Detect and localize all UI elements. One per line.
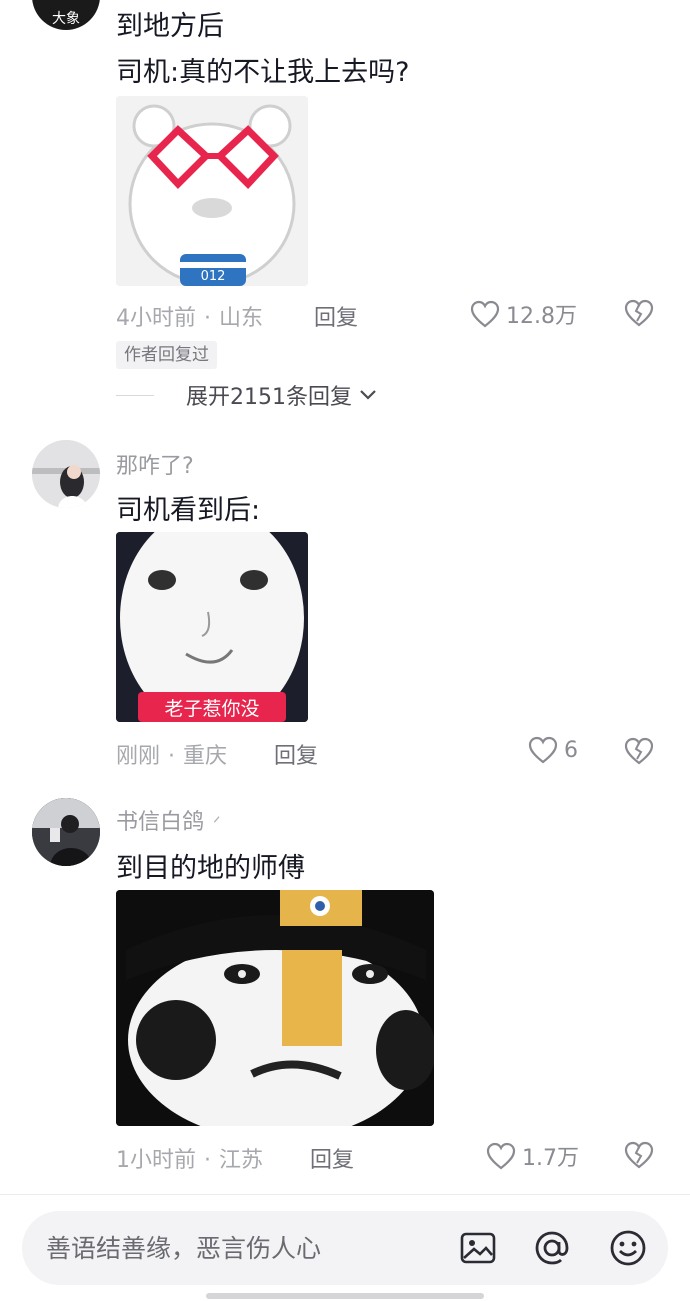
comment-input-bar	[0, 1194, 690, 1301]
comment-sticker-image[interactable]	[116, 890, 434, 1126]
like-count: 1.7万	[522, 1146, 579, 1171]
sticker-number: 012	[201, 269, 226, 284]
heart-outline-icon	[486, 1142, 516, 1170]
comment-time: 4小时前	[116, 306, 196, 331]
comment-meta: 刚刚 · 重庆	[116, 744, 228, 769]
image-icon[interactable]	[458, 1228, 498, 1268]
comment-meta: 4小时前 · 山东	[116, 306, 264, 331]
at-icon[interactable]	[532, 1228, 572, 1268]
avatar-illustration	[32, 798, 100, 866]
like-button[interactable]: 6	[528, 736, 578, 764]
broken-heart-icon[interactable]	[624, 736, 654, 766]
author-replied-tag: 作者回复过	[116, 341, 217, 369]
comment-time: 刚刚	[116, 744, 161, 769]
like-count: 12.8万	[506, 304, 577, 329]
comment-item: 大象 到地方后 司机:真的不让我上去吗? 012 4小时前 · 山东 回复 12.8…	[0, 0, 690, 420]
like-count: 6	[564, 737, 578, 763]
comment-meta: 1小时前 · 江苏	[116, 1148, 264, 1173]
comment-text-line: 司机看到后:	[116, 495, 261, 526]
avatar[interactable]	[32, 798, 100, 866]
like-button[interactable]: 1.7万	[486, 1140, 579, 1172]
expand-replies-button[interactable]: 展开2151条回复	[116, 379, 378, 411]
broken-heart-icon[interactable]	[624, 1140, 654, 1170]
comment-username[interactable]: 书信白鸽 ᐟ	[116, 804, 221, 836]
comment-item: 那咋了? 司机看到后: 老子惹你没 刚刚 · 重庆 回复 6	[0, 438, 690, 778]
comment-username-text: 书信白鸽	[116, 810, 205, 835]
divider	[116, 394, 154, 396]
avatar-illustration	[32, 440, 100, 508]
reply-button[interactable]: 回复	[314, 300, 358, 332]
reply-button[interactable]: 回复	[274, 738, 318, 770]
home-indicator[interactable]	[206, 1293, 484, 1299]
broken-heart-icon[interactable]	[624, 298, 654, 328]
comment-text-line: 到地方后	[116, 11, 224, 42]
heart-outline-icon	[528, 736, 558, 764]
like-button[interactable]: 12.8万	[470, 298, 577, 330]
comment-input[interactable]	[46, 1211, 446, 1285]
comment-sticker-image[interactable]: 012	[116, 96, 308, 286]
smiley-icon[interactable]	[608, 1228, 648, 1268]
comment-time: 1小时前	[116, 1148, 196, 1173]
comment-input-container[interactable]	[22, 1211, 668, 1285]
comment-location: 江苏	[219, 1148, 264, 1173]
reply-button[interactable]: 回复	[310, 1142, 354, 1174]
chevron-down-icon	[360, 390, 376, 400]
panda-face-sticker-illustration	[116, 890, 434, 1126]
face-sticker-illustration: 老子惹你没	[116, 532, 308, 722]
comment-text-line: 司机:真的不让我上去吗?	[116, 57, 410, 88]
signature-badge-icon: ᐟ	[213, 813, 221, 834]
comment-username[interactable]: 那咋了?	[116, 448, 194, 480]
comment-location: 重庆	[183, 744, 228, 769]
comment-text-line: 到目的地的师傅	[116, 853, 305, 884]
expand-replies-label: 展开2151条回复	[186, 385, 352, 410]
sticker-caption: 老子惹你没	[164, 698, 259, 720]
comment-item: 书信白鸽 ᐟ 到目的地的师傅 1小时前 · 江苏 回复 1.7万	[0, 796, 690, 1186]
comment-location: 山东	[219, 306, 264, 331]
avatar[interactable]	[32, 440, 100, 508]
avatar[interactable]: 大象	[32, 0, 100, 30]
bear-sticker-illustration: 012	[116, 96, 308, 286]
heart-outline-icon	[470, 300, 500, 328]
comment-sticker-image[interactable]: 老子惹你没	[116, 532, 308, 722]
avatar-label: 大象	[52, 11, 80, 27]
